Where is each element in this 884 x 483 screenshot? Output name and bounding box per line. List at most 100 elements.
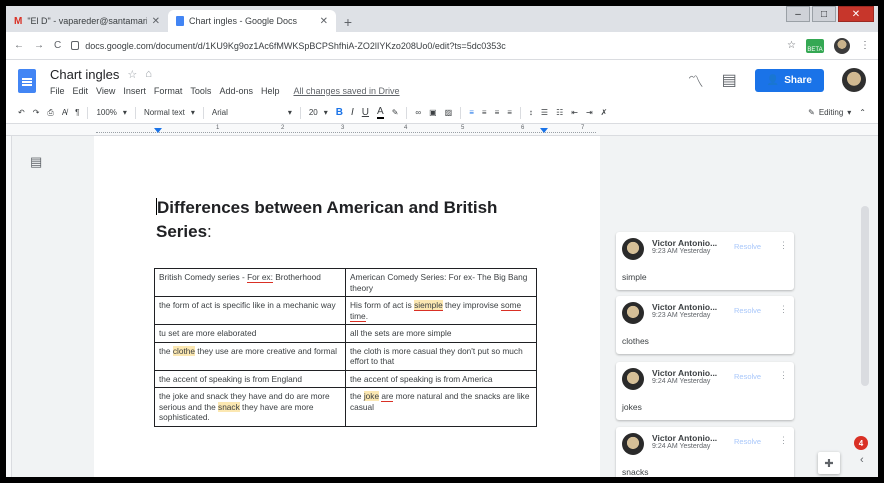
table-cell[interactable]: His form of act is siemple they improvis… [345,296,537,325]
paint-format-icon[interactable]: ¶ [75,108,79,117]
editing-mode-select[interactable]: ✎ Editing ▾ [808,108,851,117]
more-options-icon[interactable]: ⋮ [779,304,788,315]
tab-docs[interactable]: Chart ingles - Google Docs ✕ [168,10,336,32]
align-left-icon[interactable]: ≡ [469,108,474,117]
comment-card[interactable]: Victor Antonio... 9:24 AM Yesterday Reso… [616,362,794,420]
undo-icon[interactable]: ↶ [18,108,25,117]
star-icon[interactable]: ☆ [127,68,137,81]
misspelled-word[interactable]: are [381,391,394,402]
resolve-button[interactable]: Resolve [734,372,761,381]
menu-edit[interactable]: Edit [73,86,89,96]
beta-extension-icon[interactable]: BETA [806,38,824,53]
more-options-icon[interactable]: ⋮ [779,435,788,446]
tab-gmail[interactable]: M "El D" - vapareder@santamaria.e ✕ [6,10,168,32]
minimize-button[interactable]: – [786,6,810,22]
decrease-indent-icon[interactable]: ⇤ [571,108,578,117]
resolve-button[interactable]: Resolve [734,242,761,251]
table-cell[interactable]: tu set are more elaborated [154,324,346,343]
activity-trend-icon[interactable]: 〽 [688,68,704,92]
profile-avatar[interactable] [834,37,850,54]
resolve-button[interactable]: Resolve [734,306,761,315]
url-input[interactable]: docs.google.com/document/d/1KU9Kg9oz1Ac6… [71,36,777,56]
commented-word[interactable]: joke [363,391,380,401]
collapse-panel-icon[interactable]: ‹ [860,454,864,466]
close-tab-icon[interactable]: ✕ [320,16,328,27]
align-center-icon[interactable]: ≡ [482,108,487,117]
chevron-up-icon[interactable]: ⌃ [859,108,866,117]
table-cell[interactable]: the joke and snack they have and do are … [154,387,346,427]
insert-comment-icon[interactable]: ▣ [429,108,437,117]
more-options-icon[interactable]: ⋮ [779,240,788,251]
close-window-button[interactable]: ✕ [838,6,874,22]
font-select[interactable]: Arial ▾ [212,108,292,117]
align-justify-icon[interactable]: ≡ [507,108,512,117]
share-button[interactable]: 👤 Share [754,68,824,92]
chrome-menu-icon[interactable]: ⋮ [860,40,870,51]
menu-format[interactable]: Format [154,86,183,96]
save-status[interactable]: All changes saved in Drive [293,86,399,96]
underline-button[interactable]: U [362,107,369,118]
line-spacing-icon[interactable]: ↕ [529,108,533,117]
new-tab-button[interactable]: + [338,12,358,32]
table-cell[interactable]: the clothe they use are more creative an… [154,341,346,371]
font-size-select[interactable]: 20 ▾ [309,108,328,117]
comment-card[interactable]: Victor Antonio... 9:24 AM Yesterday Reso… [616,427,794,477]
clear-formatting-icon[interactable]: ✗ [601,108,608,117]
move-folder-icon[interactable]: ⌂ [145,68,152,80]
insert-image-icon[interactable]: ▨ [445,108,453,117]
table-cell[interactable]: American Comedy Series: For ex- The Big … [345,268,537,297]
menu-view[interactable]: View [96,86,115,96]
bookmark-star-icon[interactable]: ☆ [787,40,796,51]
highlight-pen-icon[interactable]: ✎ [392,108,399,117]
menu-addons[interactable]: Add-ons [219,86,253,96]
table-cell[interactable]: the accent of speaking is from America [345,369,537,388]
redo-icon[interactable]: ↷ [33,108,40,117]
document-outline-icon[interactable]: ▤ [30,154,42,170]
italic-button[interactable]: I [351,107,354,118]
document-heading[interactable]: Differences between American and British… [156,196,556,244]
forward-icon[interactable]: → [34,40,44,51]
maximize-button[interactable]: □ [812,6,836,22]
bold-button[interactable]: B [336,107,343,118]
menu-tools[interactable]: Tools [190,86,211,96]
reload-icon[interactable]: C [54,40,61,51]
notification-badge[interactable]: 4 [854,436,868,450]
explore-icon[interactable]: ✚ [818,452,840,474]
right-indent-marker[interactable] [540,128,548,133]
comment-card[interactable]: Victor Antonio... 9:23 AM Yesterday Reso… [616,296,794,354]
bulleted-list-icon[interactable]: ☷ [556,108,563,117]
table-cell[interactable]: the joke are more natural and the snacks… [345,387,537,427]
docs-logo-icon[interactable] [18,69,36,93]
menu-help[interactable]: Help [261,86,280,96]
text-color-icon[interactable]: A [377,106,384,119]
back-icon[interactable]: ← [14,40,24,51]
table-cell[interactable]: the cloth is more casual they don't put … [345,341,537,371]
increase-indent-icon[interactable]: ⇥ [586,108,593,117]
comment-card[interactable]: Victor Antonio... 9:23 AM Yesterday Reso… [616,232,794,290]
left-indent-marker[interactable] [154,128,162,133]
comments-icon[interactable]: ▤ [722,70,737,90]
close-tab-icon[interactable]: ✕ [152,16,160,27]
more-options-icon[interactable]: ⋮ [779,370,788,381]
table-cell[interactable]: British Comedy series - For ex: Brotherh… [154,268,346,297]
insert-link-icon[interactable]: ∞ [415,108,421,117]
menu-insert[interactable]: Insert [123,86,146,96]
checklist-icon[interactable]: ☰ [541,108,548,117]
document-page[interactable]: Differences between American and British… [94,136,600,477]
table-cell[interactable]: all the sets are more simple [345,324,537,343]
spellcheck-icon[interactable]: A̸ [62,108,67,117]
zoom-select[interactable]: 100% ▾ [96,108,126,117]
commented-word[interactable]: siemple [414,300,443,311]
print-icon[interactable]: ⎙ [47,108,53,118]
account-avatar[interactable] [842,68,866,92]
vertical-scrollbar[interactable] [861,206,869,386]
resolve-button[interactable]: Resolve [734,437,761,446]
commented-word[interactable]: clothe [172,345,195,356]
table-cell[interactable]: the accent of speaking is from England [154,369,346,388]
menu-file[interactable]: File [50,86,65,96]
commented-word[interactable]: snack [218,401,240,412]
misspelled-word[interactable]: For ex: [247,272,273,283]
style-select[interactable]: Normal text ▾ [144,108,195,117]
table-cell[interactable]: the form of act is specific like in a me… [154,296,346,325]
align-right-icon[interactable]: ≡ [495,108,500,117]
